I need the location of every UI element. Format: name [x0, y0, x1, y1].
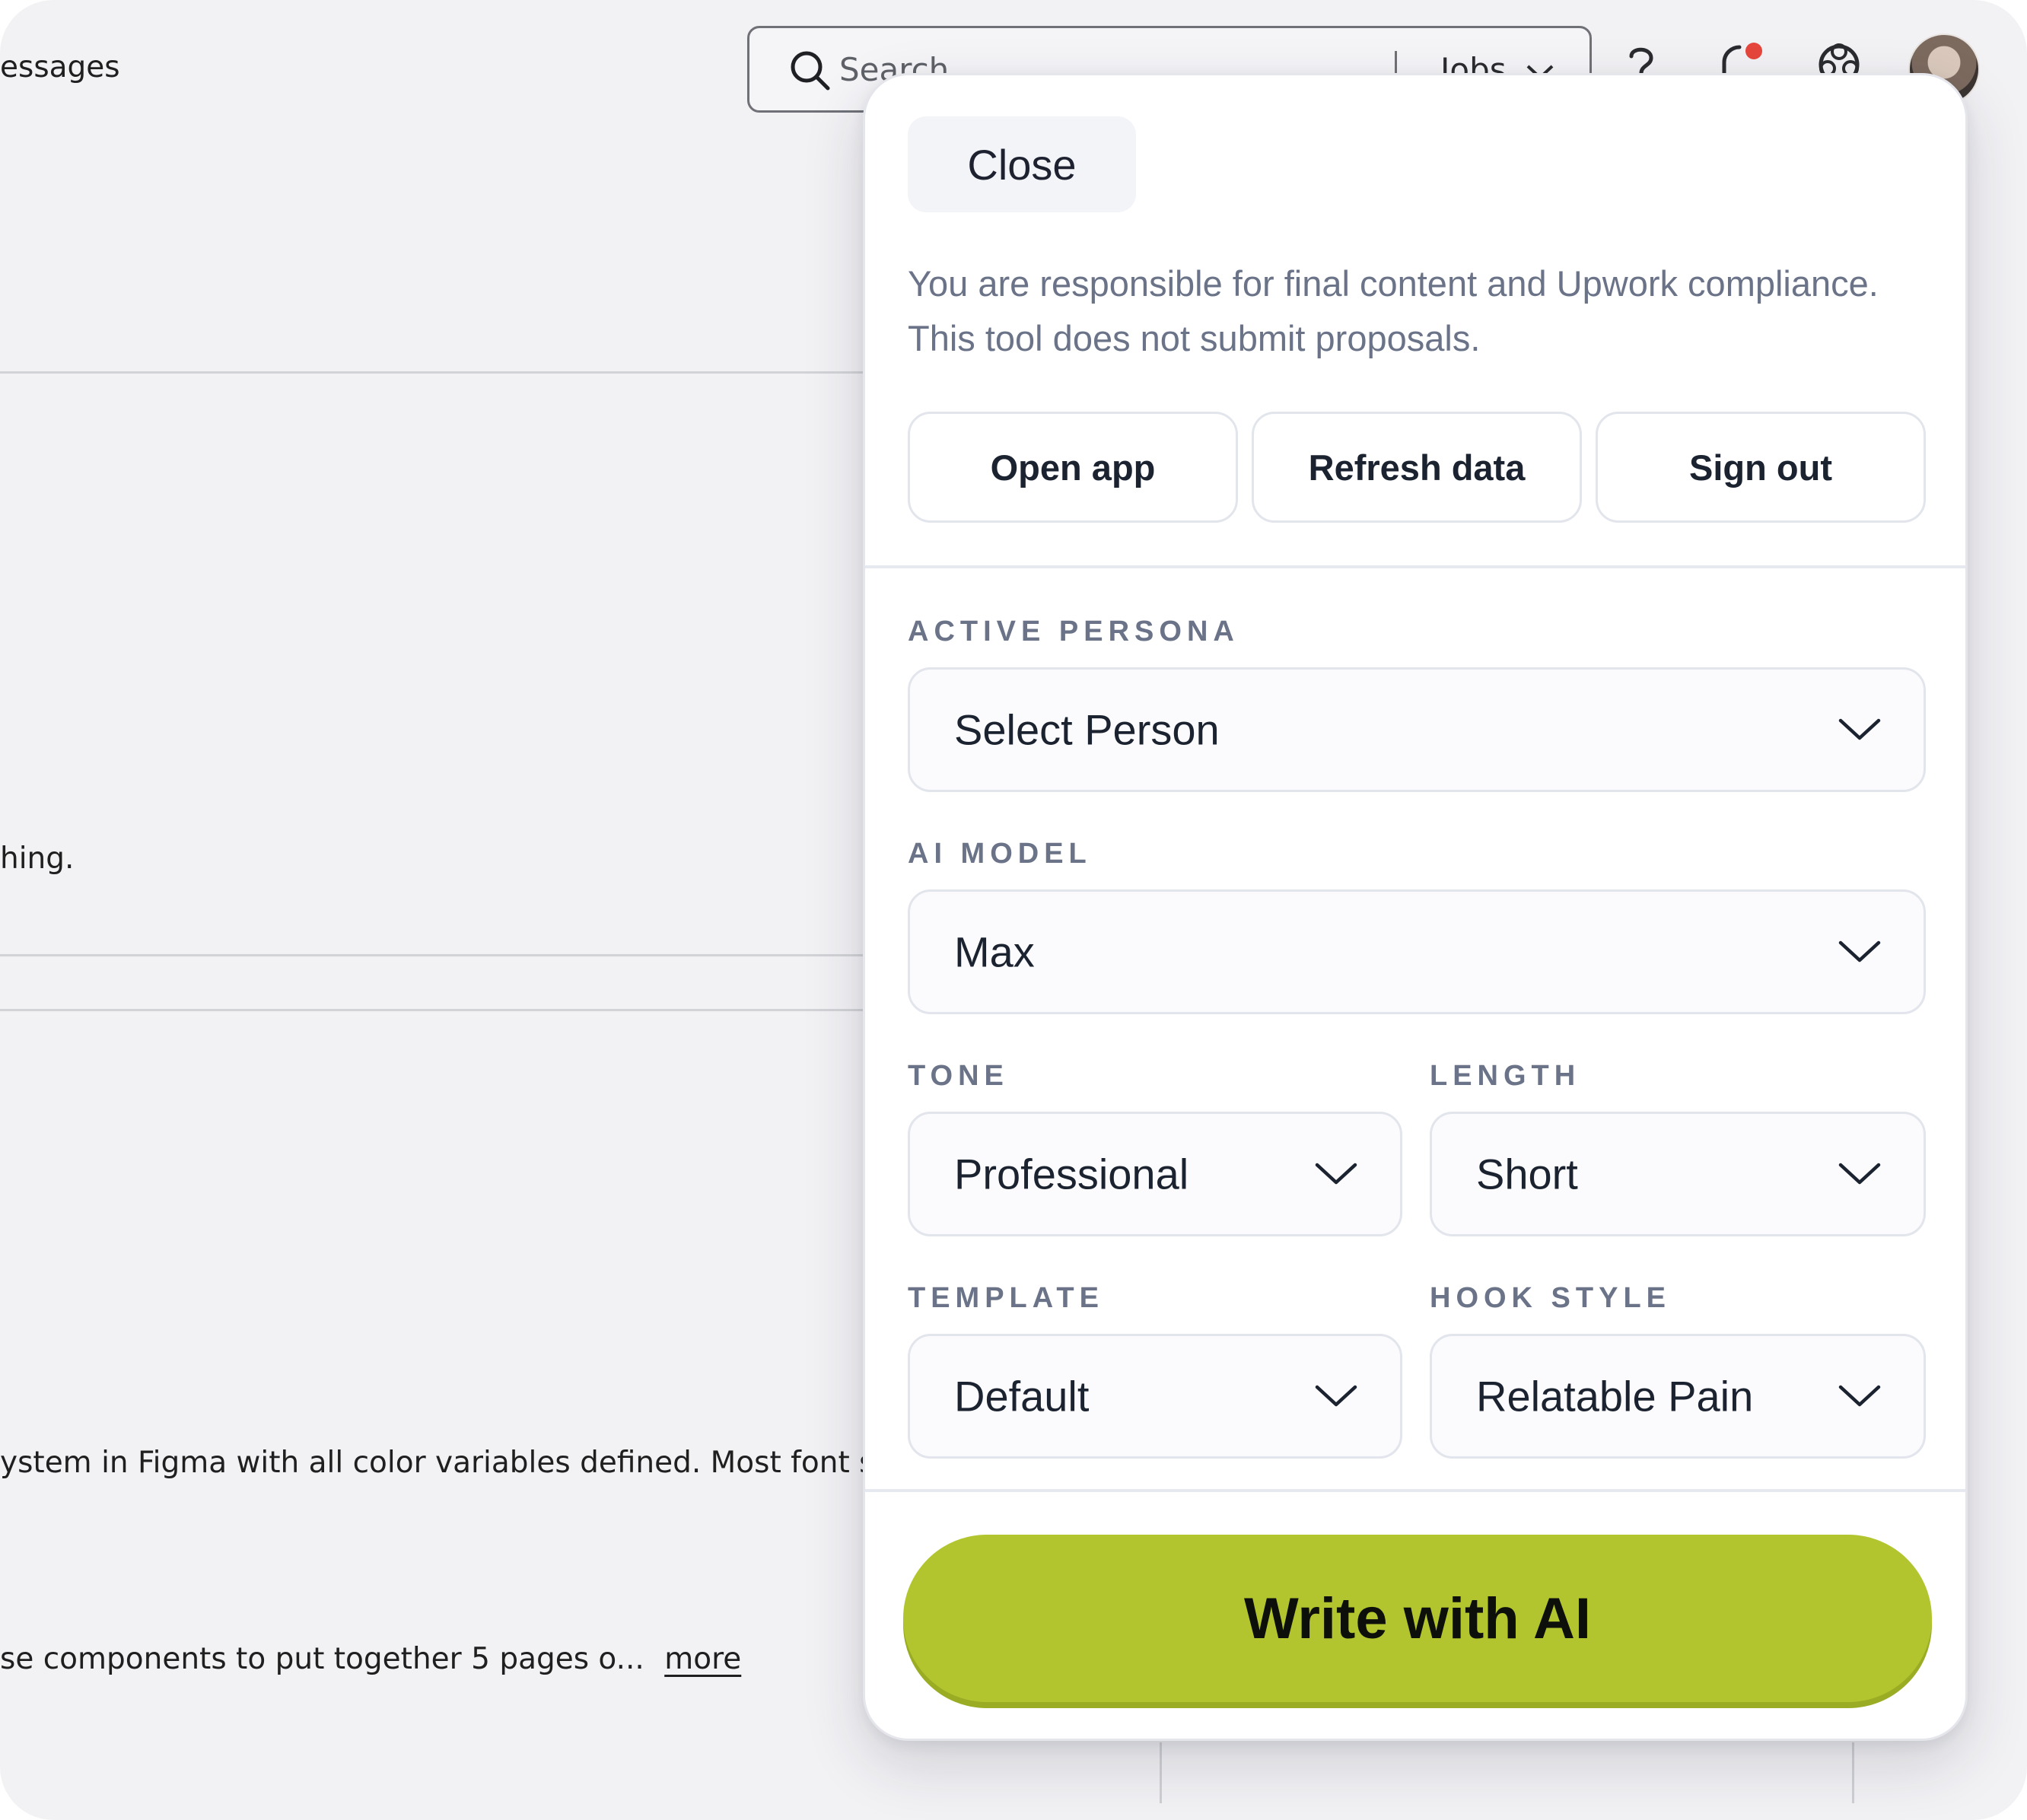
hook-style-label: HOOK STYLE — [1430, 1282, 1672, 1314]
app-canvas: essages Search Jobs hing. ystem in Figma — [0, 0, 2027, 1820]
section-divider — [0, 954, 867, 956]
tone-value: Professional — [954, 1150, 1189, 1198]
length-label: LENGTH — [1430, 1060, 1581, 1092]
write-with-ai-button[interactable]: Write with AI — [903, 1535, 1932, 1702]
model-value: Max — [954, 928, 1035, 976]
chevron-down-icon — [1838, 1163, 1881, 1185]
job-description-line: ystem in Figma with all color variables … — [0, 1446, 931, 1480]
section-divider — [0, 371, 867, 374]
model-select[interactable]: Max — [908, 889, 1926, 1014]
open-app-button[interactable]: Open app — [908, 412, 1238, 523]
sign-out-button[interactable]: Sign out — [1596, 412, 1926, 523]
hook-style-value: Relatable Pain — [1476, 1372, 1754, 1421]
refresh-data-button[interactable]: Refresh data — [1252, 412, 1582, 523]
notification-badge — [1745, 43, 1762, 59]
hook-style-select[interactable]: Relatable Pain — [1430, 1334, 1926, 1459]
model-label: AI MODEL — [908, 838, 1092, 870]
persona-label: ACTIVE PERSONA — [908, 616, 1239, 648]
persona-select[interactable]: Select Person — [908, 667, 1926, 792]
disclaimer-text: You are responsible for final content an… — [908, 263, 1879, 358]
job-description-text: se components to put together 5 pages o.… — [0, 1642, 644, 1676]
panel-divider — [865, 1489, 1965, 1492]
search-icon — [791, 51, 830, 91]
tone-label: TONE — [908, 1060, 1009, 1092]
column-divider — [1852, 1742, 1854, 1803]
length-value: Short — [1476, 1150, 1578, 1198]
chevron-down-icon — [1315, 1163, 1357, 1185]
panel-divider — [865, 565, 1965, 568]
chevron-down-icon — [1838, 718, 1881, 740]
column-divider — [1160, 1742, 1162, 1803]
tone-select[interactable]: Professional — [908, 1112, 1402, 1236]
chevron-down-icon — [1838, 940, 1881, 963]
chevron-down-icon — [1315, 1385, 1357, 1407]
chevron-down-icon — [1838, 1385, 1881, 1407]
template-label: TEMPLATE — [908, 1282, 1104, 1314]
template-value: Default — [954, 1372, 1090, 1421]
nav-messages-link[interactable]: essages — [0, 50, 120, 84]
assistant-panel: Close You are responsible for final cont… — [863, 73, 1968, 1741]
persona-value: Select Person — [954, 705, 1220, 754]
template-select[interactable]: Default — [908, 1334, 1402, 1459]
job-description-line: se components to put together 5 pages o.… — [0, 1642, 741, 1676]
more-link[interactable]: more — [664, 1642, 741, 1676]
length-select[interactable]: Short — [1430, 1112, 1926, 1236]
close-button[interactable]: Close — [908, 116, 1136, 212]
section-divider — [0, 1009, 867, 1011]
job-snippet-text: hing. — [0, 842, 75, 876]
